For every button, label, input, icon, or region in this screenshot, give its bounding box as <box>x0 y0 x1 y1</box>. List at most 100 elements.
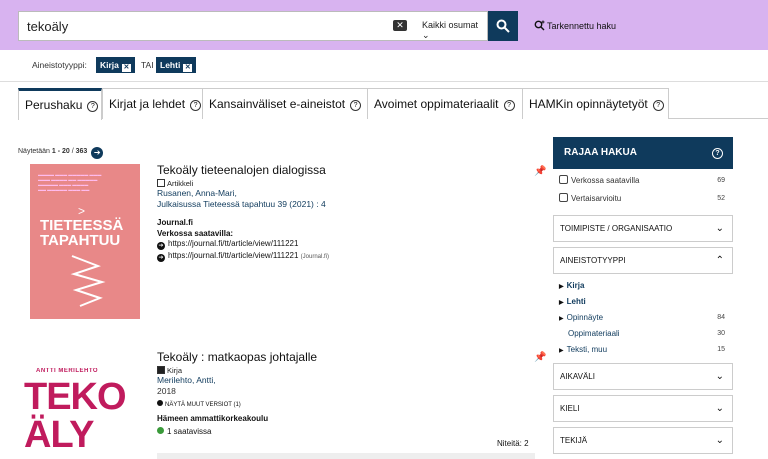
search-button[interactable] <box>488 11 518 41</box>
facet-item-lehti[interactable]: ▶ Lehti <box>553 294 733 310</box>
online-link[interactable]: ➔ https://journal.fi/tt/article/view/1112… <box>157 238 537 250</box>
facet-time-period[interactable]: AIKAVÄLI ⌄ <box>553 363 733 390</box>
format-label: Artikkeli <box>157 179 537 188</box>
help-icon[interactable]: ? <box>190 100 202 111</box>
library-name: Hämeen ammattikorkeakoulu <box>157 414 269 423</box>
tab-hamkin-opinnaytetyot[interactable]: HAMKin opinnäytetyöt? <box>522 88 669 119</box>
holdings-bar <box>157 453 535 459</box>
facet-item-teksti-muu[interactable]: ▶ Teksti, muu 15 <box>553 342 733 358</box>
facet-item-label: Kirja <box>566 281 585 290</box>
format-text: Artikkeli <box>167 179 194 188</box>
facet-title: AINEISTOTYYPPI <box>560 256 626 265</box>
book-icon <box>157 366 165 374</box>
help-icon[interactable]: ? <box>652 100 664 111</box>
cover-author: ANTTI MERILEHTO <box>36 368 99 374</box>
copies-count: Niteitä: 2 <box>497 439 529 448</box>
filter-operator: TAI <box>141 60 154 70</box>
tab-kansainvaliset-e-aineistot[interactable]: Kansainväliset e-aineistot? <box>202 88 385 119</box>
help-icon[interactable]: ? <box>87 101 99 112</box>
checkbox-online[interactable]: Verkossa saatavilla 69 <box>553 172 733 190</box>
facet-material-type-list: ▶ Kirja ▶ Lehti ▶ Opinnäyte 84 Oppimateriaal… <box>553 274 733 358</box>
facet-title: KIELI <box>560 404 580 413</box>
checkbox-peer-reviewed[interactable]: Vertaisarvioitu 52 <box>553 190 733 208</box>
help-icon[interactable]: ? <box>712 148 723 159</box>
checkbox-icon[interactable] <box>559 175 568 184</box>
chevron-down-icon: ⌄ <box>715 371 724 382</box>
count-range: 1 - 20 <box>51 148 70 155</box>
availability[interactable]: 1 saatavissa <box>157 427 537 436</box>
facet-count: 69 <box>717 177 725 184</box>
filter-chip-kirja[interactable]: Kirja ✕ <box>96 57 135 73</box>
online-heading: Verkossa saatavilla: <box>157 229 234 238</box>
link-url: https://journal.fi/tt/article/view/11122… <box>168 251 299 260</box>
checkbox-label: Verkossa saatavilla <box>571 176 640 185</box>
search-input[interactable] <box>23 12 383 40</box>
close-icon: ✕ <box>183 64 193 72</box>
close-icon: ✕ <box>121 64 131 72</box>
advanced-search-link[interactable]: Tarkennettu haku <box>534 20 616 31</box>
tab-perushaku[interactable]: Perushaku? <box>18 88 102 120</box>
cover-fine-print: ▬▬▬▬ ▬▬▬ ▬▬▬▬▬ ▬▬▬ ▬▬▬ ▬▬▬▬ ▬▬ ▬▬▬▬▬ ▬▬▬▬▬… <box>38 172 102 192</box>
facet-count: 30 <box>717 330 725 337</box>
chevron-down-icon: ⌄ <box>422 30 430 40</box>
publication-year: 2018 <box>157 386 176 396</box>
link-url: https://journal.fi/tt/article/view/11122… <box>168 239 299 248</box>
sidebar-heading: RAJAA HAKUA? <box>553 137 733 169</box>
facet-title: TEKIJÄ <box>560 436 588 445</box>
source-link[interactable]: Julkaisussa Tieteessä tapahtuu 39 (2021)… <box>157 199 537 210</box>
facet-item-oppimateriaali[interactable]: Oppimateriaali 30 <box>553 326 733 342</box>
facet-item-label: Teksti, muu <box>566 345 608 354</box>
advanced-search-label: Tarkennettu haku <box>547 21 617 31</box>
facet-item-kirja[interactable]: ▶ Kirja <box>553 278 733 294</box>
cover-image[interactable]: ANTTI MERILEHTO TEKO ÄLY <box>22 368 150 459</box>
count-prefix: Näytetään <box>18 148 52 155</box>
online-link[interactable]: ➔ https://journal.fi/tt/article/view/1112… <box>157 250 537 263</box>
chevron-up-icon: ⌃ <box>715 255 724 266</box>
cover-title: TEKO ÄLY <box>24 376 127 456</box>
facet-author[interactable]: TEKIJÄ ⌄ <box>553 427 733 454</box>
help-icon[interactable]: ? <box>503 100 515 111</box>
available-dot-icon <box>157 427 164 434</box>
format-text: Kirja <box>167 366 183 375</box>
arrow-right-icon: ➔ <box>157 242 165 250</box>
facet-language[interactable]: KIELI ⌄ <box>553 395 733 422</box>
help-icon[interactable]: ? <box>350 100 362 111</box>
tab-label: Perushaku <box>25 98 83 112</box>
publisher: Journal.fi <box>157 218 194 227</box>
result-title[interactable]: Tekoäly : matkaopas johtajalle <box>157 350 537 364</box>
search-scope-select[interactable]: Kaikki osumat ⌄ <box>422 20 487 41</box>
cover-image[interactable]: ▬▬▬▬ ▬▬▬ ▬▬▬▬▬ ▬▬▬ ▬▬▬ ▬▬▬▬ ▬▬ ▬▬▬▬▬ ▬▬▬▬▬… <box>30 164 140 319</box>
checkbox-icon[interactable] <box>559 193 568 202</box>
other-versions-link[interactable]: NÄYTÄ MUUT VERSIOT (1) <box>157 400 537 408</box>
facet-title: AIKAVÄLI <box>560 372 595 381</box>
checkbox-label: Vertaisarvioitu <box>571 194 622 203</box>
facet-item-label: Opinnäyte <box>566 313 604 322</box>
other-versions-label: NÄYTÄ MUUT VERSIOT (1) <box>165 402 241 408</box>
caret-right-icon: ▶ <box>559 348 564 354</box>
tab-avoimet-oppimateriaalit[interactable]: Avoimet oppimateriaalit? <box>367 88 539 119</box>
search-icon <box>496 19 510 33</box>
next-page-icon[interactable]: ➔ <box>91 147 104 159</box>
count-total: 363 <box>75 148 88 155</box>
result-title[interactable]: Tekoäly tieteenalojen dialogissa <box>157 163 537 177</box>
facet-sidebar: RAJAA HAKUA? Verkossa saatavilla 69 Verta… <box>553 137 733 454</box>
facet-material-type[interactable]: AINEISTOTYYPPI ⌃ <box>553 247 733 274</box>
author-link[interactable]: Merilehto, Antti, <box>157 375 537 386</box>
facet-organisation[interactable]: TOIMIPISTE / ORGANISAATIO ⌄ <box>553 215 733 242</box>
cover-arrow: > <box>78 204 86 218</box>
availability-label: 1 saatavissa <box>167 427 212 436</box>
result-item: Tekoäly tieteenalojen dialogissa Artikke… <box>157 163 537 263</box>
sidebar-heading-label: RAJAA HAKUA <box>564 147 637 158</box>
filter-chip-label: Lehti <box>160 60 181 70</box>
caret-right-icon: ▶ <box>559 300 564 306</box>
facet-item-opinnayte[interactable]: ▶ Opinnäyte 84 <box>553 310 733 326</box>
facet-count: 15 <box>717 346 725 353</box>
filter-chip-lehti[interactable]: Lehti ✕ <box>156 57 197 73</box>
arrow-right-icon <box>157 400 163 406</box>
tab-label: HAMKin opinnäytetyöt <box>529 97 648 111</box>
search-tabs: Perushaku? Kirjat ja lehdet? Kansainväli… <box>18 88 768 120</box>
arrow-right-icon: ➔ <box>157 254 165 262</box>
author-link[interactable]: Rusanen, Anna-Mari, <box>157 188 537 199</box>
facet-count: 84 <box>717 314 725 321</box>
close-icon[interactable]: ✕ <box>393 20 407 31</box>
